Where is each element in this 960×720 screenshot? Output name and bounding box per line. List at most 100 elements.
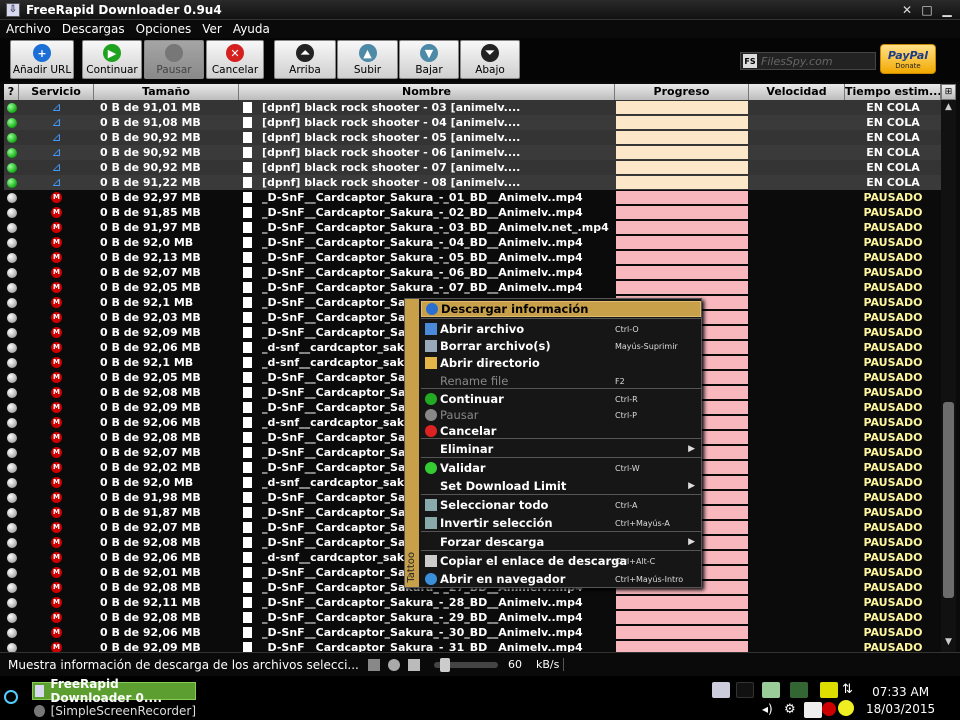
- tray-blank-icon[interactable]: [736, 682, 754, 698]
- table-row[interactable]: ⊿ 0 B de 91,01 MB [dpnf] black rock shoote…: [4, 100, 941, 115]
- menu-item-set-download-limit[interactable]: Set Download Limit ▶: [421, 478, 701, 494]
- menu-item-abrir-directorio[interactable]: Abrir directorio: [421, 355, 701, 371]
- maximize-window-icon[interactable]: □: [918, 2, 936, 18]
- status-cell: [4, 325, 19, 340]
- col-header-service[interactable]: Servicio: [19, 84, 94, 100]
- menu-item-cancelar[interactable]: Cancelar: [421, 423, 701, 439]
- speed-limit-icon[interactable]: [408, 658, 420, 671]
- table-row[interactable]: M 0 B de 92,13 MB _D-SnF__Cardcaptor_Sakur…: [4, 250, 941, 265]
- status-dot-icon: [6, 567, 17, 578]
- size-cell: 0 B de 92,09 MB: [100, 326, 201, 339]
- clock-time: 07:33 AM: [872, 685, 930, 699]
- service-m-icon: M: [51, 492, 62, 503]
- file-icon: [243, 372, 252, 383]
- menu-item-invertir-selecci-n[interactable]: Invertir selección Ctrl+Mayús-A: [421, 515, 701, 531]
- service-cell: M: [19, 340, 94, 355]
- table-row[interactable]: M 0 B de 92,11 MB _D-SnF__Cardcaptor_Sakur…: [4, 595, 941, 610]
- move-up-button[interactable]: ▲ Subir: [337, 40, 398, 79]
- status-cell: [4, 580, 19, 595]
- scroll-down-icon[interactable]: ▼: [942, 637, 955, 649]
- menu-item-borrar-archivo-s[interactable]: Borrar archivo(s) Mayús-Suprimir: [421, 338, 701, 354]
- close-window-icon[interactable]: ✕: [898, 2, 916, 18]
- move-bottom-button[interactable]: ⏷ Abajo: [460, 40, 520, 79]
- speed-limit-slider[interactable]: [434, 657, 498, 672]
- tray-transfer-icon[interactable]: ⇅: [842, 682, 860, 698]
- speed-slider-knob[interactable]: [440, 657, 450, 672]
- cancel-button[interactable]: ✕ Cancelar: [206, 40, 264, 79]
- clipboard-monitor-icon[interactable]: [368, 658, 380, 671]
- menu-item-abrir-en-navegador[interactable]: Abrir en navegador Ctrl+Mayús-Intro: [421, 571, 701, 587]
- tray-weather-icon[interactable]: [838, 700, 854, 716]
- table-row[interactable]: ⊿ 0 B de 90,92 MB [dpnf] black rock shoote…: [4, 160, 941, 175]
- file-name: _D-SnF__Cardcaptor_Saku: [262, 506, 421, 519]
- tray-settings-icon[interactable]: ⚙: [784, 702, 802, 718]
- table-row[interactable]: ⊿ 0 B de 90,92 MB [dpnf] black rock shoote…: [4, 145, 941, 160]
- tray-update-icon[interactable]: [790, 682, 808, 698]
- progress-bar: [616, 266, 748, 279]
- minimize-window-icon[interactable]: ▁: [938, 2, 956, 18]
- filesspy-search-input[interactable]: FS FilesSpy.com: [740, 52, 876, 70]
- menu-item-validar[interactable]: Validar Ctrl-W: [421, 460, 701, 476]
- menu-item-descargar-informaci-n[interactable]: Descargar información: [421, 301, 701, 317]
- menu-ver[interactable]: Ver: [202, 22, 222, 36]
- column-chooser-icon[interactable]: ⊞: [941, 84, 956, 100]
- menu-item-abrir-archivo[interactable]: Abrir archivo Ctrl-O: [421, 321, 701, 337]
- speed-cell: [749, 460, 845, 475]
- add-url-button[interactable]: + Añadir URL: [10, 40, 74, 79]
- col-header-speed[interactable]: Velocidad: [749, 84, 845, 100]
- table-row[interactable]: M 0 B de 91,85 MB _D-SnF__Cardcaptor_Sakur…: [4, 205, 941, 220]
- vertical-scrollbar[interactable]: ⊞ ▲ ▼: [941, 84, 956, 652]
- menu-ayuda[interactable]: Ayuda: [233, 22, 270, 36]
- table-row[interactable]: M 0 B de 92,05 MB _D-SnF__Cardcaptor_Sakur…: [4, 280, 941, 295]
- size-cell: 0 B de 92,06 MB: [100, 416, 201, 429]
- menu-item-eliminar[interactable]: Eliminar ▶: [421, 441, 701, 457]
- file-icon: [243, 477, 252, 488]
- tray-camera-icon[interactable]: [804, 702, 822, 718]
- table-row[interactable]: M 0 B de 92,07 MB _D-SnF__Cardcaptor_Sakur…: [4, 265, 941, 280]
- move-top-button[interactable]: ⏶ Arriba: [274, 40, 336, 79]
- move-down-button[interactable]: ▼ Bajar: [399, 40, 459, 79]
- table-row[interactable]: ⊿ 0 B de 90,92 MB [dpnf] black rock shoote…: [4, 130, 941, 145]
- table-row[interactable]: M 0 B de 92,09 MB _D-SnF__Cardcaptor_Sakur…: [4, 640, 941, 652]
- table-row[interactable]: M 0 B de 92,0 MB _D-SnF__Cardcaptor_Sakura…: [4, 235, 941, 250]
- col-header-status[interactable]: ?: [4, 84, 19, 100]
- table-row[interactable]: M 0 B de 92,08 MB _D-SnF__Cardcaptor_Sakur…: [4, 610, 941, 625]
- menu-item-seleccionar-todo[interactable]: Seleccionar todo Ctrl-A: [421, 497, 701, 513]
- clock[interactable]: 07:33 AM 18/03/2015: [866, 684, 935, 718]
- task-freerapid[interactable]: FreeRapid Downloader 0....: [32, 677, 196, 705]
- tray-volume-icon[interactable]: ◂): [762, 702, 780, 718]
- table-row[interactable]: M 0 B de 91,97 MB _D-SnF__Cardcaptor_Sakur…: [4, 220, 941, 235]
- menu-item-rename-file[interactable]: Rename file F2: [421, 373, 701, 389]
- menu-opciones[interactable]: Opciones: [136, 22, 192, 36]
- name-cell: _D-SnF__Cardcaptor_Sakura_-_28_BD__Anime…: [239, 595, 615, 610]
- menu-archivo[interactable]: Archivo: [6, 22, 51, 36]
- size-cell: 0 B de 91,08 MB: [100, 116, 201, 129]
- table-row[interactable]: M 0 B de 92,97 MB _D-SnF__Cardcaptor_Sakur…: [4, 190, 941, 205]
- status-dot-icon: [6, 372, 17, 383]
- menu-item-forzar-descarga[interactable]: Forzar descarga ▶: [421, 534, 701, 550]
- col-header-size[interactable]: Tamaño: [94, 84, 239, 100]
- tray-network-icon[interactable]: [762, 682, 780, 698]
- menu-item-copiar-el-enlace-de-descarga[interactable]: Copiar el enlace de descarga Ctrl+Alt-C: [421, 553, 701, 569]
- pause-button[interactable]: Pausar: [144, 40, 204, 79]
- col-header-progress[interactable]: Progreso: [615, 84, 749, 100]
- tray-download-icon[interactable]: [712, 682, 730, 698]
- connection-icon[interactable]: [388, 658, 400, 671]
- col-header-eta[interactable]: Tiempo estim...: [845, 84, 941, 100]
- menu-descargas[interactable]: Descargas: [62, 22, 125, 36]
- scroll-thumb[interactable]: [943, 402, 954, 598]
- paypal-donate-button[interactable]: PayPal Donate: [880, 44, 936, 74]
- scroll-up-icon[interactable]: ▲: [942, 102, 955, 114]
- table-row[interactable]: M 0 B de 92,06 MB _D-SnF__Cardcaptor_Sakur…: [4, 625, 941, 640]
- tray-record-icon[interactable]: [822, 702, 836, 716]
- menu-item-pausar[interactable]: Pausar Ctrl-P: [421, 407, 701, 423]
- col-header-name[interactable]: Nombre: [239, 84, 615, 100]
- task-simplescreenrecorder[interactable]: [SimpleScreenRecorder]: [32, 702, 196, 720]
- continue-button[interactable]: ▶ Continuar: [82, 40, 142, 79]
- table-row[interactable]: ⊿ 0 B de 91,22 MB [dpnf] black rock shoote…: [4, 175, 941, 190]
- table-row[interactable]: ⊿ 0 B de 91,08 MB [dpnf] black rock shoote…: [4, 115, 941, 130]
- tray-alert-icon[interactable]: [820, 682, 838, 698]
- speed-cell: [749, 505, 845, 520]
- start-menu-icon[interactable]: [4, 690, 18, 704]
- menu-item-continuar[interactable]: Continuar Ctrl-R: [421, 391, 701, 407]
